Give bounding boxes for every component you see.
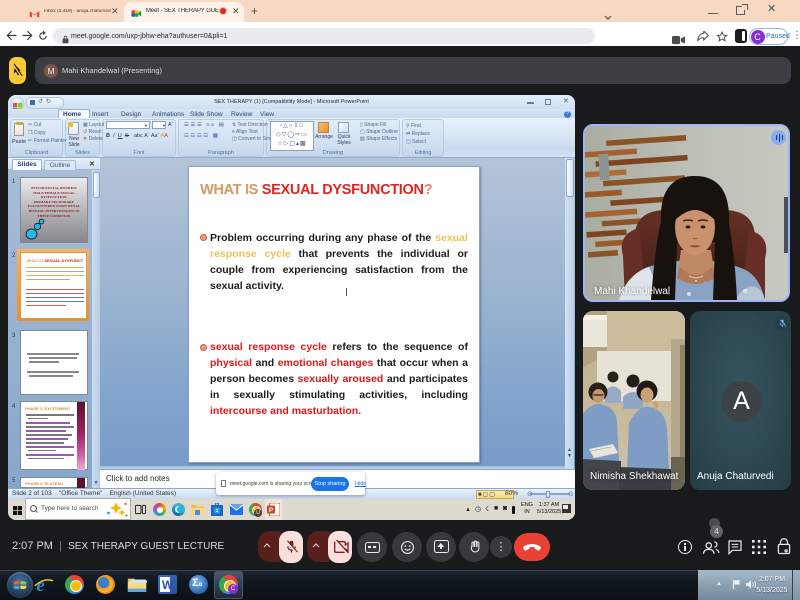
svg-text:P: P xyxy=(269,507,274,514)
svg-text:e: e xyxy=(37,575,45,595)
